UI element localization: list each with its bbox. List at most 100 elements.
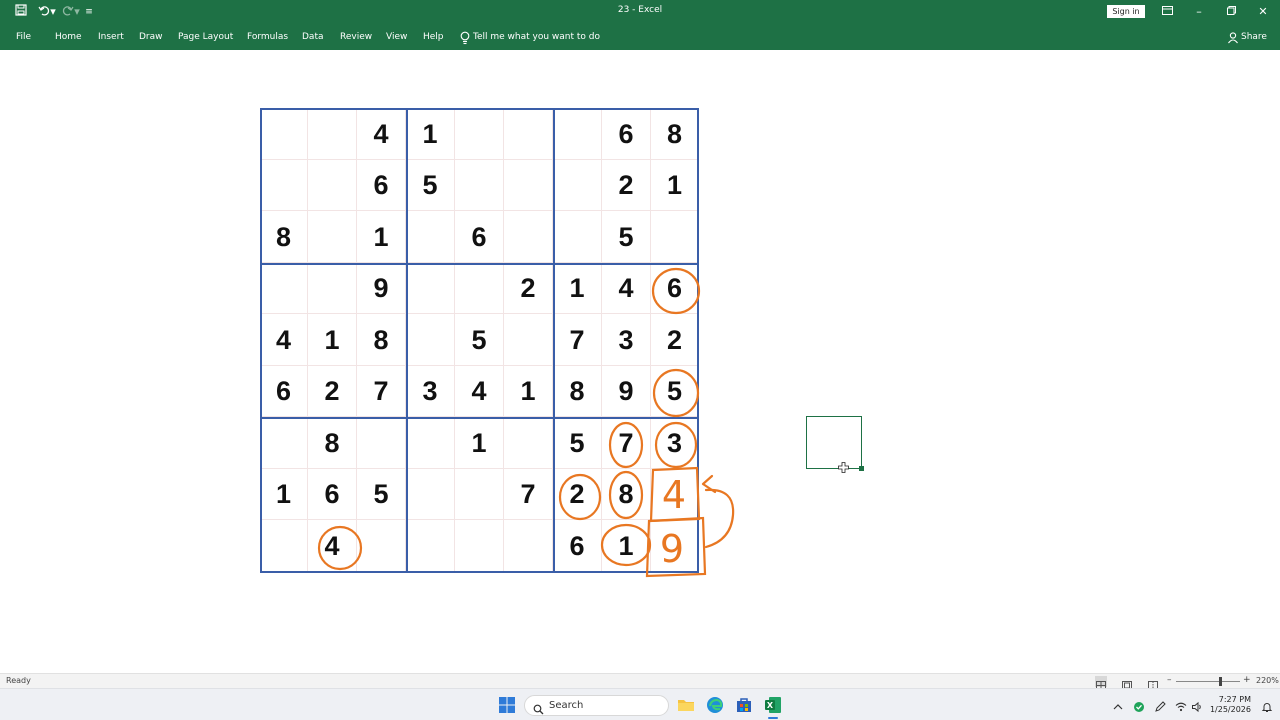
zoom-out-button[interactable]: –	[1167, 675, 1172, 685]
excel-app-icon[interactable]: X	[764, 696, 782, 714]
sudoku-cell[interactable]	[651, 211, 699, 263]
sudoku-cell[interactable]	[553, 211, 602, 263]
tab-help[interactable]: Help	[423, 32, 444, 42]
sudoku-cell[interactable]	[357, 520, 406, 572]
sudoku-cell[interactable]: 5	[357, 469, 406, 520]
sudoku-cell[interactable]: 3	[406, 366, 455, 417]
sudoku-cell[interactable]: 9	[602, 366, 651, 417]
sudoku-cell[interactable]	[260, 417, 308, 469]
chevron-up-icon[interactable]	[1112, 698, 1124, 710]
sudoku-cell[interactable]: 6	[260, 366, 308, 417]
sudoku-cell[interactable]	[308, 211, 357, 263]
sudoku-cell[interactable]: 2	[308, 366, 357, 417]
sudoku-cell[interactable]	[406, 263, 455, 314]
tell-me-search[interactable]: Tell me what you want to do	[473, 32, 600, 42]
sudoku-cell[interactable]	[504, 108, 553, 160]
zoom-level[interactable]: 220%	[1256, 676, 1279, 685]
file-explorer-icon[interactable]	[677, 696, 695, 714]
sudoku-cell[interactable]: 2	[602, 160, 651, 211]
taskbar-search[interactable]: Search	[524, 695, 669, 716]
wifi-icon[interactable]	[1175, 698, 1187, 712]
sudoku-cell[interactable]: 5	[651, 366, 699, 417]
page-break-view-icon[interactable]	[1147, 676, 1159, 690]
sudoku-cell[interactable]	[406, 417, 455, 469]
tab-draw[interactable]: Draw	[139, 32, 163, 42]
sudoku-cell[interactable]: 7	[357, 366, 406, 417]
sudoku-cell[interactable]: 7	[504, 469, 553, 520]
sudoku-cell[interactable]: 1	[357, 211, 406, 263]
sudoku-cell[interactable]	[504, 314, 553, 366]
sudoku-cell[interactable]	[308, 263, 357, 314]
selected-cell[interactable]	[806, 416, 862, 469]
sudoku-cell[interactable]: 7	[602, 417, 651, 469]
tab-insert[interactable]: Insert	[98, 32, 124, 42]
minimize-icon[interactable]: –	[1190, 3, 1208, 21]
sudoku-cell[interactable]	[260, 520, 308, 572]
sudoku-cell[interactable]: 7	[553, 314, 602, 366]
sudoku-cell[interactable]	[406, 211, 455, 263]
sudoku-cell[interactable]	[308, 108, 357, 160]
sudoku-cell[interactable]: 5	[455, 314, 504, 366]
pen-tablet-icon[interactable]	[1154, 698, 1166, 712]
tab-data[interactable]: Data	[302, 32, 324, 42]
share-button[interactable]: Share	[1241, 32, 1267, 42]
zoom-slider[interactable]	[1176, 681, 1240, 682]
microsoft-store-icon[interactable]	[735, 696, 753, 714]
sudoku-cell[interactable]: 2	[651, 314, 699, 366]
sudoku-cell[interactable]: 2	[504, 263, 553, 314]
sudoku-cell[interactable]	[504, 417, 553, 469]
sudoku-cell[interactable]: 1	[260, 469, 308, 520]
sudoku-cell[interactable]	[504, 211, 553, 263]
volume-icon[interactable]	[1191, 698, 1203, 713]
restore-icon[interactable]	[1222, 3, 1240, 21]
sudoku-cell[interactable]: 5	[406, 160, 455, 211]
onedrive-sync-icon[interactable]	[1133, 698, 1145, 712]
tab-home[interactable]: Home	[55, 32, 82, 42]
sudoku-cell[interactable]	[260, 263, 308, 314]
sudoku-cell[interactable]	[455, 469, 504, 520]
sudoku-cell[interactable]: 1	[406, 108, 455, 160]
page-layout-view-icon[interactable]	[1121, 676, 1133, 690]
sudoku-cell[interactable]: 6	[308, 469, 357, 520]
sudoku-cell[interactable]	[455, 520, 504, 572]
sudoku-cell[interactable]	[553, 108, 602, 160]
fill-handle[interactable]	[859, 466, 864, 471]
windows-start-icon[interactable]	[498, 696, 516, 714]
sudoku-cell[interactable]: 8	[553, 366, 602, 417]
zoom-slider-thumb[interactable]	[1219, 677, 1222, 686]
sudoku-cell[interactable]: 5	[553, 417, 602, 469]
sign-in-button[interactable]: Sign in	[1107, 5, 1145, 18]
sudoku-cell[interactable]: 1	[308, 314, 357, 366]
sudoku-cell[interactable]: 6	[602, 108, 651, 160]
tab-review[interactable]: Review	[340, 32, 372, 42]
tab-formulas[interactable]: Formulas	[247, 32, 288, 42]
sudoku-cell[interactable]: 8	[602, 469, 651, 520]
clock-date[interactable]: 1/25/2026	[1206, 705, 1251, 714]
ribbon-display-icon[interactable]	[1158, 3, 1176, 21]
sudoku-cell[interactable]: 1	[602, 520, 651, 572]
sudoku-cell[interactable]: 1	[553, 263, 602, 314]
sudoku-cell[interactable]: 9	[357, 263, 406, 314]
close-icon[interactable]: ✕	[1254, 3, 1272, 21]
sudoku-cell[interactable]	[406, 520, 455, 572]
sudoku-cell[interactable]: 3	[602, 314, 651, 366]
sudoku-cell[interactable]: 6	[357, 160, 406, 211]
sudoku-cell[interactable]	[308, 160, 357, 211]
sudoku-cell[interactable]	[455, 108, 504, 160]
sudoku-cell[interactable]: 1	[504, 366, 553, 417]
sudoku-cell[interactable]	[455, 160, 504, 211]
sudoku-cell[interactable]: 2	[553, 469, 602, 520]
sudoku-cell[interactable]	[455, 263, 504, 314]
sudoku-cell[interactable]: 8	[260, 211, 308, 263]
sudoku-cell[interactable]	[504, 520, 553, 572]
clock-time[interactable]: 7:27 PM	[1206, 695, 1251, 704]
sudoku-cell[interactable]: 6	[553, 520, 602, 572]
sudoku-cell[interactable]: 6	[651, 263, 699, 314]
sudoku-cell[interactable]	[406, 469, 455, 520]
edge-browser-icon[interactable]	[706, 696, 724, 714]
sudoku-cell[interactable]: 1	[651, 160, 699, 211]
sudoku-cell[interactable]: 8	[308, 417, 357, 469]
sudoku-cell[interactable]	[260, 160, 308, 211]
sudoku-cell[interactable]: 6	[455, 211, 504, 263]
sudoku-cell[interactable]: 4	[455, 366, 504, 417]
